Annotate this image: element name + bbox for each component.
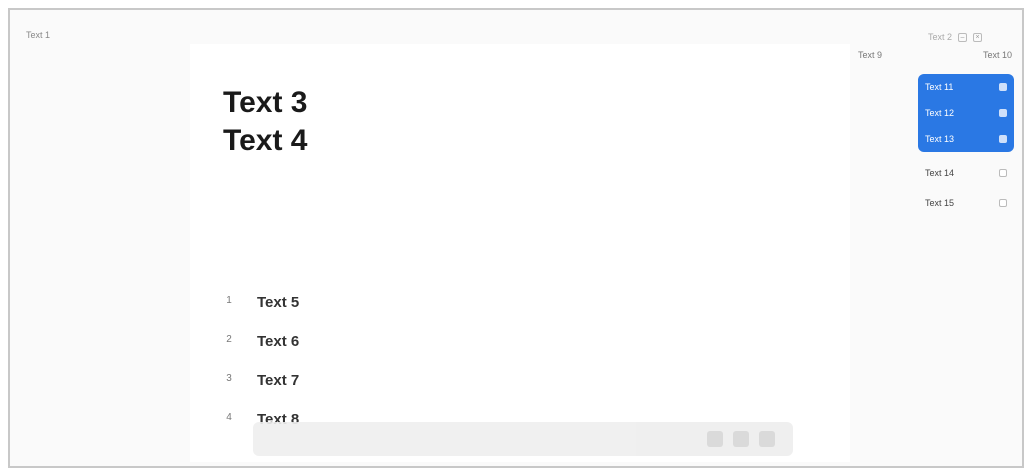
- status-text: Text 2: [927, 32, 952, 42]
- check-icon: [999, 109, 1007, 117]
- toolbar-button-3[interactable]: [759, 431, 775, 447]
- panel-item-label: Text 15: [925, 198, 955, 208]
- answer-option-2[interactable]: 2 Text 6: [223, 329, 783, 353]
- option-number: 2: [226, 334, 232, 345]
- answer-option-3[interactable]: 3 Text 7: [223, 368, 783, 392]
- panel-item-label: Text 14: [925, 168, 955, 178]
- panel-link-right[interactable]: Text 10: [983, 50, 1012, 60]
- app-title: Text 1: [26, 30, 51, 40]
- option-label: Text 7: [257, 371, 300, 389]
- option-number: 4: [226, 412, 232, 423]
- check-icon: [999, 83, 1007, 91]
- checkbox-icon[interactable]: [999, 169, 1007, 177]
- window-controls: Text 2 – ×: [928, 32, 982, 42]
- minimize-icon[interactable]: –: [958, 32, 967, 42]
- panel-link-left[interactable]: Text 9: [858, 50, 882, 60]
- option-label: Text 5: [257, 293, 300, 311]
- right-panel: Text 9 Text 10 Text 11 Text 12 Text 13 T…: [850, 44, 1020, 462]
- option-label: Text 6: [257, 332, 300, 350]
- panel-item-list: Text 11 Text 12 Text 13 Text 14 Text 15: [918, 74, 1014, 218]
- panel-item-4[interactable]: Text 14: [918, 158, 1014, 188]
- panel-item-3[interactable]: Text 13: [918, 126, 1014, 152]
- panel-item-label: Text 13: [925, 134, 955, 144]
- panel-item-1[interactable]: Text 11: [918, 74, 1014, 100]
- panel-item-label: Text 12: [925, 108, 955, 118]
- question-title: Text 3 Text 4: [223, 86, 308, 157]
- panel-item-label: Text 11: [925, 82, 954, 92]
- toolbar-button-1[interactable]: [707, 431, 723, 447]
- slide-canvas: Text 3 Text 4 1 Text 5 2 Text 6 3 Text 7…: [190, 44, 850, 462]
- floating-toolbar: [253, 422, 793, 456]
- check-icon: [999, 135, 1007, 143]
- panel-item-5[interactable]: Text 15: [918, 188, 1014, 218]
- option-number: 3: [226, 373, 232, 384]
- close-icon[interactable]: ×: [973, 32, 982, 42]
- answer-option-1[interactable]: 1 Text 5: [223, 290, 783, 314]
- option-number: 1: [226, 295, 232, 306]
- panel-item-2[interactable]: Text 12: [918, 100, 1014, 126]
- panel-header: Text 9 Text 10: [850, 50, 1020, 60]
- toolbar-button-2[interactable]: [733, 431, 749, 447]
- checkbox-icon[interactable]: [999, 199, 1007, 207]
